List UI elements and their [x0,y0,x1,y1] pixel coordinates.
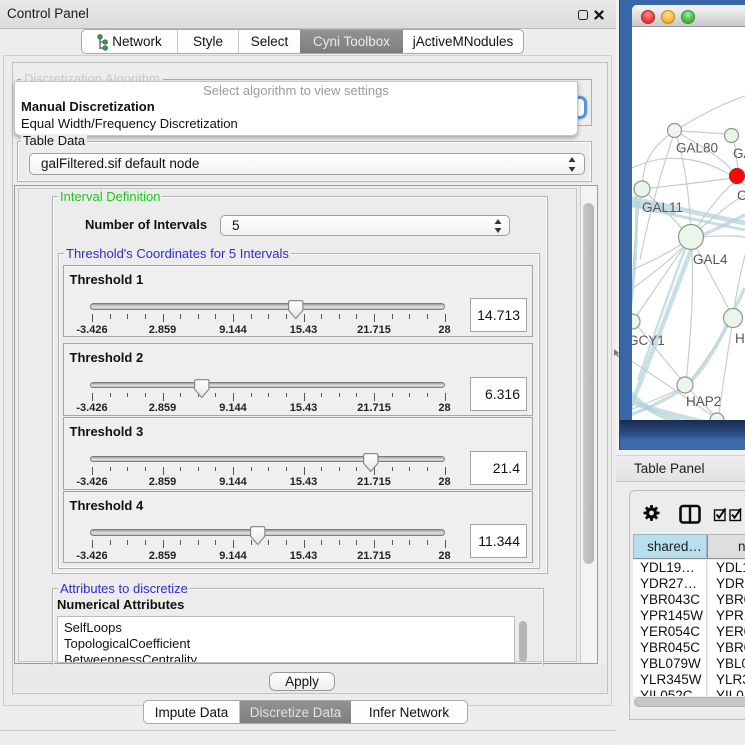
svg-text:GCY1: GCY1 [632,333,665,348]
svg-text:GAL11: GAL11 [642,200,683,215]
svg-text:GAL80: GAL80 [676,141,718,156]
svg-text:GA: GA [733,146,745,161]
svg-text:C: C [737,188,745,203]
svg-text:GAL4: GAL4 [693,252,728,267]
svg-text:HAP2: HAP2 [686,394,721,409]
svg-text:H: H [735,331,745,346]
